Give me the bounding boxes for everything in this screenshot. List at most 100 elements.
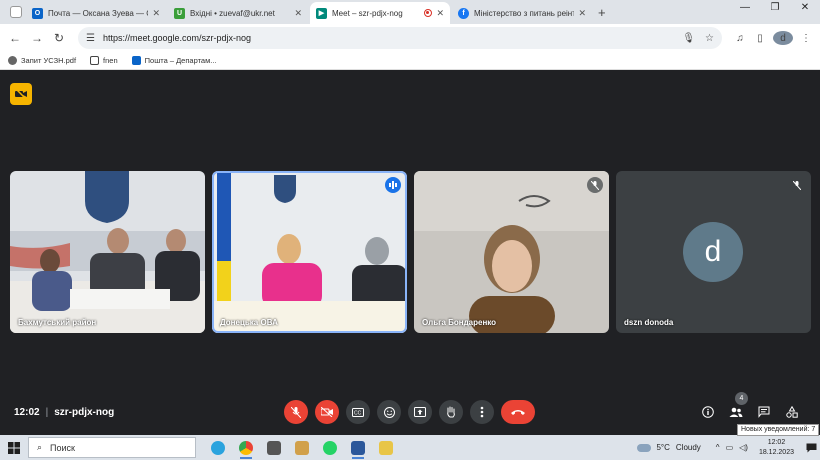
close-icon[interactable]: ✕ xyxy=(578,8,586,19)
info-icon xyxy=(702,406,714,418)
microphone-icon[interactable]: 🎙 xyxy=(682,33,695,44)
participant-tile[interactable]: Бахмутський район xyxy=(10,171,205,333)
browser-toolbar: ← → ↻ ☰ https://meet.google.com/szr-pdjx… xyxy=(0,24,820,52)
volume-icon[interactable]: ◁) xyxy=(739,443,748,452)
forward-icon[interactable]: → xyxy=(26,31,48,45)
outlook-icon xyxy=(131,56,141,65)
present-button[interactable] xyxy=(408,400,432,424)
url-text[interactable]: https://meet.google.com/szr-pdjx-nog xyxy=(103,33,672,43)
browser-tab-bar: O Почта — Оксана Зуева — Out ✕ U Вхідні … xyxy=(0,0,820,24)
chrome-app[interactable] xyxy=(232,435,260,460)
minimize-icon[interactable]: — xyxy=(730,2,760,13)
tab-meet[interactable]: ▶ Meet – szr-pdjx-nog ✕ xyxy=(310,2,450,24)
participant-tile[interactable]: Ольга Бондаренко xyxy=(414,171,609,333)
participant-name: dszn donoda xyxy=(624,318,674,327)
meeting-time: 12:02 xyxy=(14,406,40,418)
participant-tile-speaking[interactable]: Донецька ОВА xyxy=(212,171,407,333)
mic-off-icon xyxy=(291,406,301,418)
activities-button[interactable] xyxy=(778,400,806,424)
globe-icon xyxy=(8,56,17,65)
close-icon[interactable]: ✕ xyxy=(436,8,444,19)
meeting-details-button[interactable] xyxy=(694,400,722,424)
facebook-icon: f xyxy=(458,7,469,19)
people-icon xyxy=(729,407,743,417)
tab-outlook[interactable]: O Почта — Оксана Зуева — Out ✕ xyxy=(26,2,166,24)
folder-icon xyxy=(90,56,100,65)
tab-facebook[interactable]: f Міністерство з питань реінте ✕ xyxy=(452,2,592,24)
tab-title: Почта — Оксана Зуева — Out xyxy=(48,8,149,18)
hang-up-icon xyxy=(511,410,525,415)
close-icon[interactable]: ✕ xyxy=(152,8,160,19)
word-app[interactable] xyxy=(344,435,372,460)
svg-text:CC: CC xyxy=(354,410,362,416)
whatsapp-app[interactable] xyxy=(316,435,344,460)
captions-button[interactable]: CC xyxy=(346,400,370,424)
profile-avatar[interactable]: d xyxy=(773,31,793,45)
bookmark-star-icon[interactable]: ☆ xyxy=(705,33,714,44)
tray-chevron-icon[interactable]: ^ xyxy=(716,443,720,452)
meeting-info: 12:02 | szr-pdjx-nog xyxy=(14,406,115,418)
tab-search-icon[interactable] xyxy=(10,6,22,18)
taskbar-clock[interactable]: 12:02 18.12.2023 xyxy=(759,438,794,458)
files-icon xyxy=(379,440,393,455)
meet-stage: Бахмутський район Донецька ОВА Ольга Бон… xyxy=(0,71,820,435)
mic-toggle-button[interactable] xyxy=(284,400,308,424)
chat-button[interactable] xyxy=(750,400,778,424)
taskbar-time: 12:02 xyxy=(767,438,786,446)
more-vert-icon xyxy=(480,406,484,418)
windows-logo-icon xyxy=(8,441,20,454)
speaking-indicator-icon xyxy=(385,177,401,193)
telegram-icon xyxy=(211,440,225,455)
search-icon: ⌕ xyxy=(37,442,43,452)
participant-name: Ольга Бондаренко xyxy=(422,318,497,327)
camera-off-icon xyxy=(321,407,333,417)
system-tray: 5°C Cloudy ^ ▭ ◁) 12:02 18.12.2023 xyxy=(637,435,820,460)
captions-icon: CC xyxy=(352,407,364,417)
bookmark-item[interactable]: Пошта – Департам... xyxy=(131,56,217,65)
bookmarks-bar: Запит УСЗН.pdf fnen Пошта – Департам... xyxy=(0,52,820,70)
leave-call-button[interactable] xyxy=(501,400,535,424)
calculator-app[interactable] xyxy=(260,435,288,460)
bookmark-item[interactable]: fnen xyxy=(90,56,118,65)
raise-hand-button[interactable] xyxy=(439,400,463,424)
tab-ukrnet[interactable]: U Вхідні • zuevaf@ukr.net ✕ xyxy=(168,2,308,24)
photos-app[interactable] xyxy=(288,435,316,460)
people-count-badge: 4 xyxy=(735,392,748,405)
notification-center-button[interactable] xyxy=(802,443,820,453)
menu-icon[interactable]: ⋮ xyxy=(796,33,816,44)
address-bar[interactable]: ☰ https://meet.google.com/szr-pdjx-nog 🎙… xyxy=(78,27,722,49)
close-window-icon[interactable]: ✕ xyxy=(790,2,820,13)
camera-toggle-button[interactable] xyxy=(315,400,339,424)
network-icon[interactable]: ▭ xyxy=(726,443,734,452)
telegram-app[interactable] xyxy=(204,435,232,460)
weather-temp: 5°C xyxy=(656,443,670,452)
camera-off-badge-icon[interactable] xyxy=(10,83,32,105)
more-options-button[interactable] xyxy=(470,400,494,424)
people-button[interactable]: 4 xyxy=(722,392,750,424)
chat-icon xyxy=(758,406,770,418)
reload-icon[interactable]: ↻ xyxy=(48,31,70,45)
participant-video xyxy=(212,171,407,333)
weather-widget[interactable]: 5°C Cloudy xyxy=(637,443,701,452)
start-button[interactable] xyxy=(0,441,28,454)
calculator-icon xyxy=(267,440,281,455)
new-tab-button[interactable]: + xyxy=(598,5,606,20)
site-info-icon[interactable]: ☰ xyxy=(86,33,95,44)
meet-control-bar: 12:02 | szr-pdjx-nog CC 4 xyxy=(0,392,820,427)
taskbar-search[interactable]: ⌕ Поиск xyxy=(28,437,196,458)
side-panel-icon[interactable]: ▯ xyxy=(750,33,770,44)
whatsapp-icon xyxy=(323,440,337,455)
reactions-button[interactable] xyxy=(377,400,401,424)
media-control-icon[interactable]: ♫ xyxy=(730,33,750,44)
bookmark-label: Запит УСЗН.pdf xyxy=(21,56,77,65)
back-icon[interactable]: ← xyxy=(4,31,26,45)
photos-icon xyxy=(295,440,309,455)
bookmark-item[interactable]: Запит УСЗН.pdf xyxy=(8,56,76,65)
participant-video xyxy=(414,171,609,333)
files-app[interactable] xyxy=(372,435,400,460)
participant-tile[interactable]: d dszn donoda xyxy=(616,171,811,333)
close-icon[interactable]: ✕ xyxy=(294,8,302,19)
ukrnet-icon: U xyxy=(174,7,185,19)
restore-icon[interactable]: ❐ xyxy=(760,2,790,13)
taskbar-apps xyxy=(204,435,400,460)
